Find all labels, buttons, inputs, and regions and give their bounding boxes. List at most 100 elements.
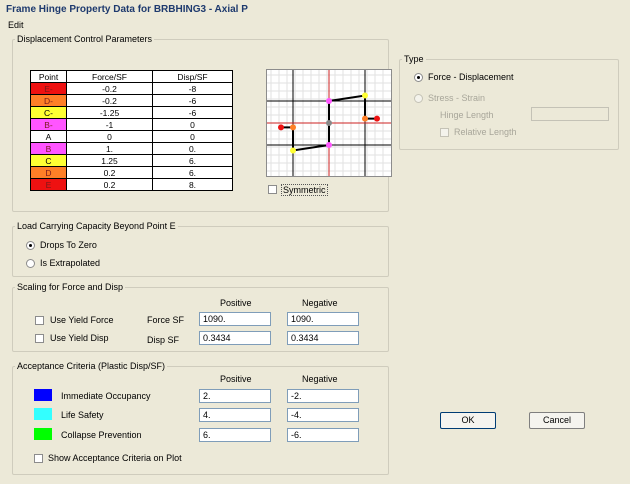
life-safety-swatch[interactable] <box>34 408 52 420</box>
force-displacement-label: Force - Displacement <box>428 72 514 82</box>
plot-point-marker <box>362 92 368 99</box>
disp-cell[interactable]: 0. <box>152 142 233 155</box>
io-negative-input[interactable]: -2. <box>287 389 359 403</box>
acceptance-positive-header: Positive <box>220 374 252 384</box>
relative-length-label: Relative Length <box>454 127 517 137</box>
hinge-length-input[interactable] <box>531 107 609 121</box>
disp-sf-label: Disp SF <box>147 335 180 345</box>
disp-cell[interactable]: 6. <box>152 166 233 179</box>
header-point: Point <box>30 70 67 83</box>
force-sf-label: Force SF <box>147 315 185 325</box>
displacement-group-title: Displacement Control Parameters <box>17 34 153 44</box>
is-extrapolated-radio[interactable] <box>26 259 35 268</box>
stress-strain-radio[interactable] <box>414 94 423 103</box>
disp-sf-negative-input[interactable]: 0.3434 <box>287 331 359 345</box>
use-yield-disp-label: Use Yield Disp <box>50 333 109 343</box>
backbone-plot-svg <box>267 70 391 176</box>
window-title: Frame Hinge Property Data for BRBHING3 -… <box>6 4 248 15</box>
table-row: C 1.25 6. <box>30 154 233 167</box>
force-displacement-radio[interactable] <box>414 73 423 82</box>
plot-point-marker <box>290 147 296 154</box>
symmetric-label: Symmetric <box>281 184 328 196</box>
ls-positive-input[interactable]: 4. <box>199 408 271 422</box>
force-sf-positive-input[interactable]: 1090. <box>199 312 271 326</box>
hinge-length-label: Hinge Length <box>440 110 494 120</box>
plot-point-marker <box>362 115 368 122</box>
disp-cell[interactable]: 0 <box>152 118 233 131</box>
force-sf-negative-input[interactable]: 1090. <box>287 312 359 326</box>
point-cell[interactable]: E <box>30 178 67 191</box>
acceptance-negative-header: Negative <box>302 374 338 384</box>
force-cell[interactable]: 1. <box>66 142 153 155</box>
use-yield-force-label: Use Yield Force <box>50 315 114 325</box>
table-row: C- -1.25 -6 <box>30 106 233 119</box>
point-cell[interactable]: E- <box>30 82 67 95</box>
show-acceptance-label: Show Acceptance Criteria on Plot <box>48 453 182 463</box>
plot-point-marker <box>278 124 284 131</box>
disp-cell[interactable]: -6 <box>152 106 233 119</box>
plot-point-marker <box>326 142 332 148</box>
force-cell[interactable]: -1 <box>66 118 153 131</box>
force-cell[interactable]: -1.25 <box>66 106 153 119</box>
menu-edit[interactable]: Edit <box>8 20 24 30</box>
symmetric-checkbox[interactable] <box>268 185 277 194</box>
plot-point-marker <box>290 124 296 131</box>
table-row: B 1. 0. <box>30 142 233 155</box>
disp-sf-positive-input[interactable]: 0.3434 <box>199 331 271 345</box>
table-row: B- -1 0 <box>30 118 233 131</box>
life-safety-label: Life Safety <box>61 410 104 420</box>
stress-strain-label: Stress - Strain <box>428 93 486 103</box>
force-cell[interactable]: 0 <box>66 130 153 143</box>
is-extrapolated-label: Is Extrapolated <box>40 258 101 268</box>
table-row: E- -0.2 -8 <box>30 82 233 95</box>
scaling-positive-header: Positive <box>220 298 252 308</box>
force-cell[interactable]: -0.2 <box>66 82 153 95</box>
header-disp: Disp/SF <box>152 70 233 83</box>
point-cell[interactable]: B- <box>30 118 67 131</box>
use-yield-force-checkbox[interactable] <box>35 316 44 325</box>
immediate-occupancy-swatch[interactable] <box>34 389 52 401</box>
ls-negative-input[interactable]: -4. <box>287 408 359 422</box>
relative-length-checkbox[interactable] <box>440 128 449 137</box>
point-cell[interactable]: D <box>30 166 67 179</box>
point-cell[interactable]: C- <box>30 106 67 119</box>
plot-point-marker <box>326 120 332 126</box>
drops-to-zero-label: Drops To Zero <box>40 240 97 250</box>
force-cell[interactable]: 0.2 <box>66 166 153 179</box>
acceptance-group-title: Acceptance Criteria (Plastic Disp/SF) <box>17 361 166 371</box>
point-cell[interactable]: B <box>30 142 67 155</box>
point-cell[interactable]: C <box>30 154 67 167</box>
points-table: Point Force/SF Disp/SF E- -0.2 -8 D- -0.2 -6 C… <box>30 70 233 191</box>
immediate-occupancy-label: Immediate Occupancy <box>61 391 151 401</box>
force-cell[interactable]: 0.2 <box>66 178 153 191</box>
cp-negative-input[interactable]: -6. <box>287 428 359 442</box>
disp-cell[interactable]: 6. <box>152 154 233 167</box>
disp-cell[interactable]: -8 <box>152 82 233 95</box>
disp-cell[interactable]: 8. <box>152 178 233 191</box>
show-acceptance-checkbox[interactable] <box>34 454 43 463</box>
table-row: D- -0.2 -6 <box>30 94 233 107</box>
io-positive-input[interactable]: 2. <box>199 389 271 403</box>
use-yield-disp-checkbox[interactable] <box>35 334 44 343</box>
ok-button[interactable]: OK <box>440 412 496 429</box>
force-cell[interactable]: -0.2 <box>66 94 153 107</box>
scaling-negative-header: Negative <box>302 298 338 308</box>
capacity-group-title: Load Carrying Capacity Beyond Point E <box>17 221 176 231</box>
cancel-button[interactable]: Cancel <box>529 412 585 429</box>
table-row: E 0.2 8. <box>30 178 233 191</box>
cp-positive-input[interactable]: 6. <box>199 428 271 442</box>
plot-point-marker <box>374 115 380 122</box>
table-row: A00 <box>30 130 233 143</box>
disp-cell[interactable]: -6 <box>152 94 233 107</box>
force-cell[interactable]: 1.25 <box>66 154 153 167</box>
point-cell[interactable]: A <box>30 130 67 143</box>
disp-cell[interactable]: 0 <box>152 130 233 143</box>
collapse-prevention-swatch[interactable] <box>34 428 52 440</box>
plot-point-marker <box>326 98 332 104</box>
table-row: D 0.2 6. <box>30 166 233 179</box>
type-group-title: Type <box>404 54 424 64</box>
drops-to-zero-radio[interactable] <box>26 241 35 250</box>
collapse-prevention-label: Collapse Prevention <box>61 430 142 440</box>
point-cell[interactable]: D- <box>30 94 67 107</box>
backbone-plot <box>266 69 392 177</box>
